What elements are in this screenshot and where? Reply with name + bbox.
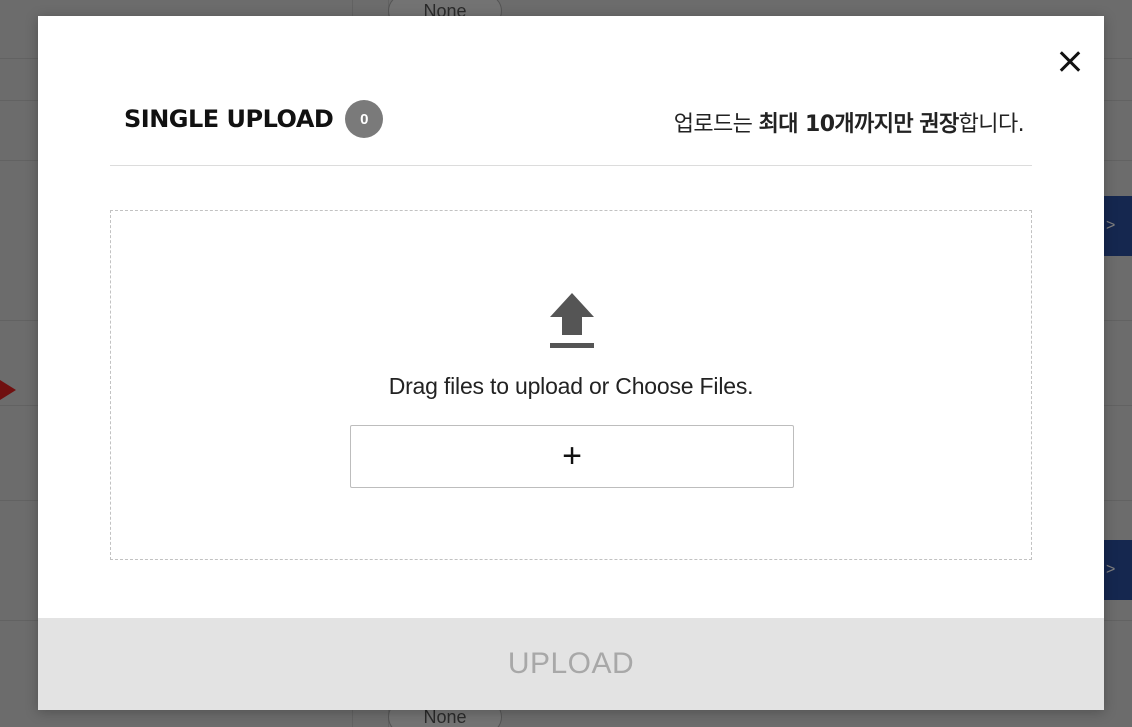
dropzone-instruction: Drag files to upload or Choose Files. bbox=[388, 373, 754, 399]
upload-modal: SINGLE UPLOAD 0 업로드는 최대 10개까지만 권장합니다. Dr… bbox=[38, 16, 1104, 710]
modal-title: SINGLE UPLOAD bbox=[124, 105, 334, 133]
upload-icon bbox=[550, 293, 594, 348]
upload-button[interactable]: UPLOAD bbox=[38, 618, 1104, 710]
close-button[interactable] bbox=[1056, 48, 1084, 76]
upload-limit-notice: 업로드는 최대 10개까지만 권장합니다. bbox=[673, 112, 1025, 137]
file-count-badge: 0 bbox=[345, 100, 384, 138]
modal-header: SINGLE UPLOAD 0 업로드는 최대 10개까지만 권장합니다. bbox=[110, 78, 1032, 166]
choose-files-button[interactable]: + bbox=[350, 425, 794, 488]
file-dropzone[interactable]: Drag files to upload or Choose Files. + bbox=[110, 210, 1032, 560]
